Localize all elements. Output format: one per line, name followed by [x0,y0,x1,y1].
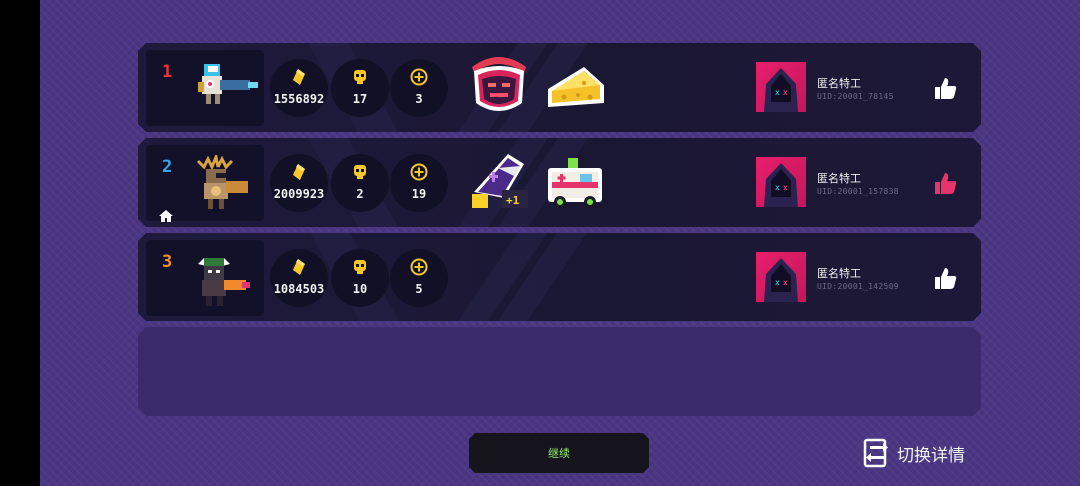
viking-hero-icon [190,250,262,316]
svg-text:x: x [775,183,780,192]
player-name: 匿名特工 [817,172,861,185]
antler-hero-icon [190,155,262,221]
hooded-agent-avatar-icon: x x [756,62,806,112]
svg-text:+1: +1 [506,194,520,207]
thumbs-up-icon[interactable] [932,266,958,290]
thumbs-up-icon[interactable] [932,171,958,195]
player-uid: UID:20001_157838 [817,187,899,196]
svg-text:x: x [783,278,788,287]
plus-stat: 3 [390,59,448,117]
empty-player-slot [138,327,981,416]
plus-circle-icon [409,257,429,277]
plus-value: 3 [415,92,423,106]
kill-stat: 10 [331,249,389,307]
player-row-3: 3 1084503 10 5 x x 匿名特工 UID:20001_142509 [138,233,981,321]
continue-button[interactable]: 继续 [469,433,649,473]
plus-stat: 19 [390,154,448,212]
player-name: 匿名特工 [817,267,861,280]
knight-gunner-hero-icon [190,60,262,126]
coin-stat: 1556892 [270,59,328,117]
coin-stat: 2009923 [270,154,328,212]
avatar[interactable]: x x [756,252,806,302]
svg-text:x: x [783,88,788,97]
hooded-agent-avatar-icon: x x [756,157,806,207]
coin-icon [289,162,309,182]
home-icon [158,209,174,223]
hero-portrait[interactable]: 3 [146,240,264,316]
ambulance-icon[interactable] [540,148,610,216]
demon-mask-icon[interactable] [464,53,534,121]
coin-icon [289,257,309,277]
plus-value: 5 [415,282,423,296]
player-row-2: 2 2009923 2 19 +1 x x 匿名特工 UID:20001_157… [138,138,981,227]
player-name: 匿名特工 [817,77,861,90]
switch-detail-label: 切换详情 [897,445,965,466]
svg-text:x: x [775,278,780,287]
hero-portrait[interactable]: 1 [146,50,264,126]
rank-number: 2 [162,157,173,177]
player-uid: UID:20001_142509 [817,282,899,291]
skull-icon [350,257,370,277]
avatar[interactable]: x x [756,157,806,207]
switch-detail-button[interactable]: 切换详情 [863,438,965,468]
kill-stat: 17 [331,59,389,117]
cheese-icon[interactable] [540,53,610,121]
shark-wizard-plus-one-icon[interactable]: +1 [464,148,534,216]
svg-text:x: x [775,88,780,97]
plus-circle-icon [409,67,429,87]
player-uid: UID:20001_78145 [817,92,894,101]
hero-portrait[interactable]: 2 [146,145,264,221]
svg-text:x: x [783,183,788,192]
player-row-1: 1 1556892 17 3 x x 匿名特工 UID:20001_78145 [138,43,981,132]
hooded-agent-avatar-icon: x x [756,252,806,302]
rank-number: 3 [162,252,173,272]
skull-icon [350,162,370,182]
rank-number: 1 [162,62,173,82]
kill-stat: 2 [331,154,389,212]
coin-icon [289,67,309,87]
thumbs-up-icon[interactable] [932,76,958,100]
avatar[interactable]: x x [756,62,806,112]
skull-icon [350,67,370,87]
plus-value: 19 [411,187,427,201]
coin-stat: 1084503 [270,249,328,307]
switch-detail-icon [863,438,888,468]
plus-stat: 5 [390,249,448,307]
plus-circle-icon [409,162,429,182]
